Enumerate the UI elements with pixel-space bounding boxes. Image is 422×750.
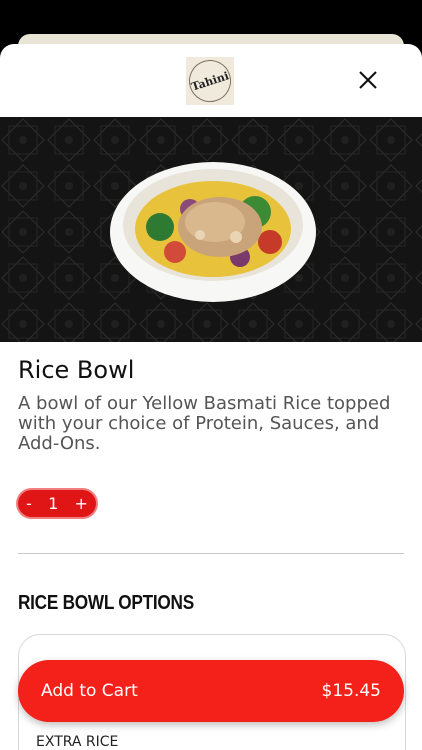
item-description: A bowl of our Yellow Basmati Rice topped… (18, 393, 391, 454)
logo-text: Tahini (189, 68, 231, 94)
add-to-cart-label: Add to Cart (41, 681, 138, 701)
section-divider (18, 553, 404, 554)
brand-logo: Tahini (183, 54, 237, 108)
options-section-title: RICE BOWL OPTIONS (18, 592, 194, 614)
sheet-header: Tahini (0, 44, 422, 117)
add-to-cart-button[interactable]: Add to Cart $15.45 (18, 660, 404, 722)
item-sheet: Tahini Rice Bowl A bowl of our Yellow Ba… (0, 44, 422, 750)
item-image-banner (0, 117, 422, 342)
increment-button[interactable]: + (74, 494, 87, 513)
quantity-value: 1 (48, 494, 59, 513)
cart-price: $15.45 (321, 681, 381, 701)
quantity-stepper: - 1 + (18, 490, 96, 517)
option-label-extra-rice[interactable]: EXTRA RICE (36, 734, 118, 750)
logo-ring: Tahini (183, 54, 237, 108)
decrement-button[interactable]: - (26, 494, 32, 513)
rice-bowl-photo (0, 117, 422, 342)
close-icon[interactable] (354, 66, 382, 94)
item-title: Rice Bowl (18, 356, 135, 384)
